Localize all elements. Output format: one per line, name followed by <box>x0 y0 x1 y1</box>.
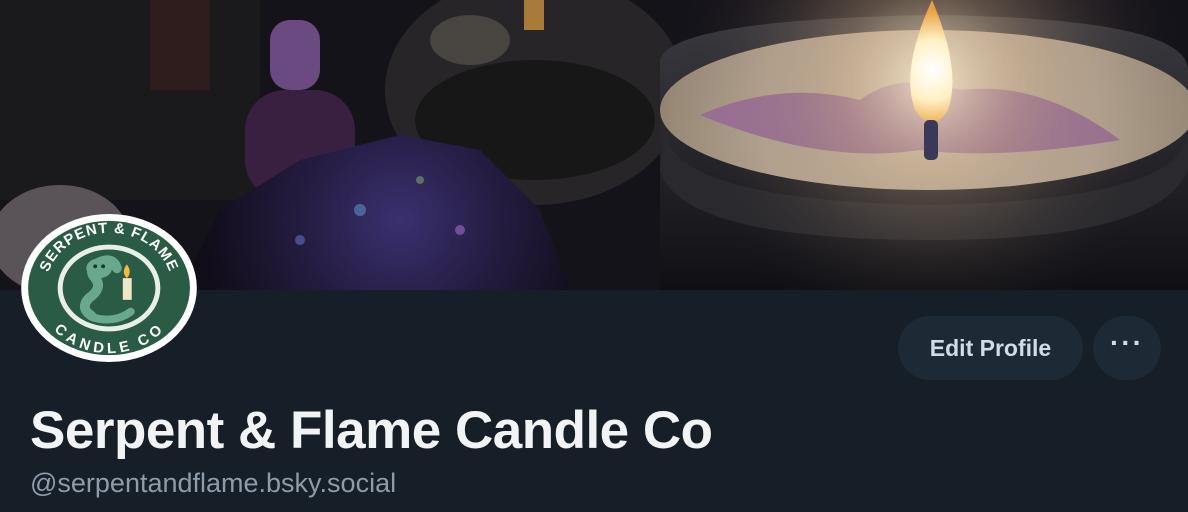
more-options-icon: ··· <box>1110 327 1144 358</box>
display-name: Serpent & Flame Candle Co <box>30 401 713 460</box>
avatar[interactable]: SERPENT & FLAME CANDLE CO <box>20 213 202 365</box>
edit-profile-button[interactable]: Edit Profile <box>898 316 1083 380</box>
more-options-button[interactable]: ··· <box>1093 316 1161 380</box>
profile-handle: @serpentandflame.bsky.social <box>30 468 397 498</box>
profile-actions: Edit Profile ··· <box>898 316 1161 380</box>
serpent-flame-logo: SERPENT & FLAME CANDLE CO <box>21 213 197 363</box>
